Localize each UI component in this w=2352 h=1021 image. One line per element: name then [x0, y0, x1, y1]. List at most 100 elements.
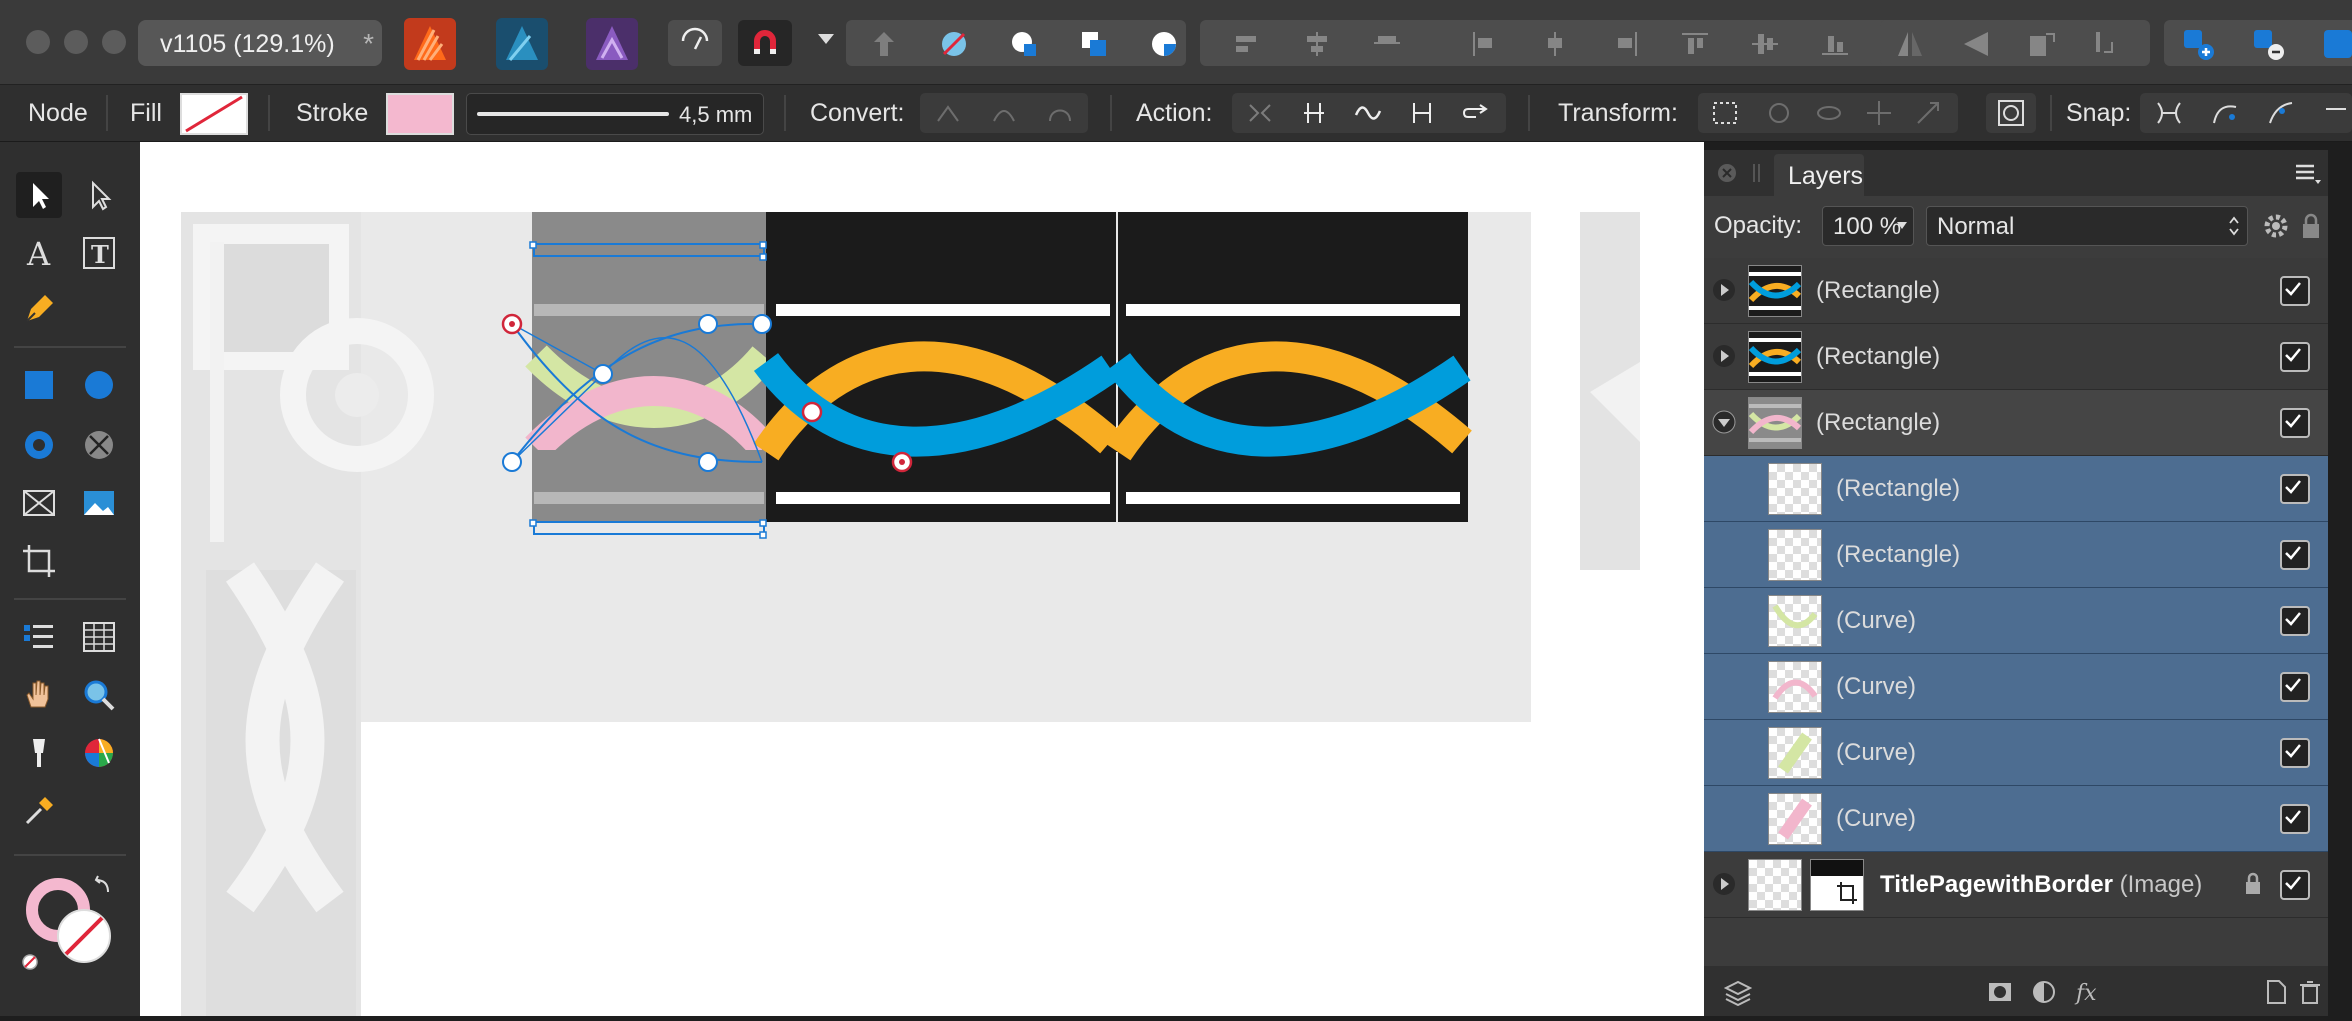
smooth-node-icon[interactable]	[990, 101, 1018, 125]
rotate-right-icon[interactable]	[2092, 28, 2124, 60]
bezier-node-selected[interactable]	[801, 401, 823, 423]
bezier-node[interactable]	[593, 364, 613, 384]
selected-top-bar[interactable]	[534, 304, 764, 316]
fill-stroke-selector[interactable]	[20, 872, 120, 972]
rotate-left-icon[interactable]	[2026, 28, 2058, 60]
distribute-center-icon[interactable]	[1540, 30, 1570, 58]
document-canvas[interactable]	[140, 142, 1704, 1021]
table-tool[interactable]	[76, 614, 122, 660]
bezier-node[interactable]	[502, 452, 522, 472]
subtract-boolean-icon[interactable]	[1078, 28, 1110, 60]
view-hand-tool[interactable]	[16, 672, 62, 718]
crop-tool[interactable]	[16, 538, 62, 584]
break-curve-icon[interactable]	[1246, 101, 1274, 125]
node-tool[interactable]	[76, 172, 122, 218]
layer-visibility-checkbox[interactable]	[2280, 738, 2310, 768]
effects-fx-icon[interactable]: fx	[2074, 978, 2102, 1006]
layer-row-selected[interactable]: (Rectangle)	[1704, 522, 2328, 588]
opacity-dropdown-icon[interactable]	[1897, 222, 1907, 229]
minimize-window-button[interactable]	[64, 30, 88, 54]
move-forward-icon[interactable]	[868, 28, 900, 60]
stroke-swatch[interactable]	[386, 93, 454, 135]
layer-visibility-checkbox[interactable]	[2280, 408, 2310, 438]
gear-icon[interactable]	[2262, 212, 2290, 240]
designer-persona-icon[interactable]	[404, 18, 456, 70]
stroke-width-track[interactable]	[477, 112, 669, 116]
frame-text-tool[interactable]: T	[76, 230, 122, 276]
flip-vertical-icon[interactable]	[1960, 28, 1992, 60]
donut-tool[interactable]	[16, 422, 62, 468]
flower-shape-icon[interactable]	[938, 28, 970, 60]
align-center-icon[interactable]	[1302, 30, 1332, 58]
view-quality-button[interactable]	[668, 20, 722, 66]
bezier-node[interactable]	[698, 452, 718, 472]
zoom-window-button[interactable]	[102, 30, 126, 54]
drag-handle-icon[interactable]	[1752, 162, 1762, 184]
add-boolean-icon[interactable]	[1008, 28, 1040, 60]
smooth-curve-icon[interactable]	[1354, 101, 1382, 125]
distribute-right-icon[interactable]	[1610, 30, 1640, 58]
shapes-flyout-tool[interactable]	[76, 422, 122, 468]
release-from-group-icon[interactable]	[2250, 26, 2286, 62]
opacity-field[interactable]: 100 %	[1822, 206, 1914, 246]
align-left-icon[interactable]	[1232, 30, 1262, 58]
eyedropper-tool[interactable]	[16, 788, 62, 834]
layer-visibility-checkbox[interactable]	[2280, 540, 2310, 570]
view-mode-icon[interactable]	[1814, 99, 1844, 127]
trash-icon[interactable]	[2296, 978, 2324, 1006]
reverse-curve-icon[interactable]	[1462, 101, 1490, 125]
document-modified-indicator[interactable]: *	[363, 28, 374, 60]
expand-triangle-icon[interactable]	[1712, 278, 1736, 302]
close-window-button[interactable]	[26, 30, 50, 54]
add-layer-icon[interactable]	[2262, 978, 2290, 1006]
picture-frame-tool[interactable]	[16, 480, 62, 526]
move-mode-icon[interactable]	[1864, 99, 1894, 127]
snap-to-curves-icon[interactable]	[2154, 99, 2184, 127]
expand-triangle-icon[interactable]	[1712, 872, 1736, 896]
align-right-icon[interactable]	[1372, 30, 1402, 58]
fill-tool[interactable]	[16, 730, 62, 776]
insert-inside-icon[interactable]	[2180, 26, 2216, 62]
panel-menu-icon[interactable]	[2292, 160, 2322, 186]
align-bottom-icon[interactable]	[1820, 30, 1850, 58]
intersect-boolean-icon[interactable]	[1148, 28, 1180, 60]
layer-row-selected[interactable]: (Curve)	[1704, 654, 2328, 720]
layer-visibility-checkbox[interactable]	[2280, 606, 2310, 636]
expand-triangle-icon[interactable]	[1712, 344, 1736, 368]
artistic-text-tool[interactable]: A	[16, 230, 62, 276]
layer-row[interactable]: (Rectangle)	[1704, 258, 2328, 324]
adjustment-icon[interactable]	[2030, 978, 2058, 1006]
color-picker-wheel-tool[interactable]	[76, 730, 122, 776]
smart-node-icon[interactable]	[1046, 101, 1074, 125]
stroke-width-slider[interactable]: 4,5 mm	[466, 93, 764, 135]
layer-visibility-checkbox[interactable]	[2280, 870, 2310, 900]
snapping-options-chevron-icon[interactable]	[818, 34, 834, 44]
layer-visibility-checkbox[interactable]	[2280, 342, 2310, 372]
layer-row[interactable]: (Rectangle)	[1704, 324, 2328, 390]
layer-row-selected[interactable]: (Rectangle)	[1704, 456, 2328, 522]
transform-origin-button[interactable]	[1986, 93, 2036, 133]
sharp-node-icon[interactable]	[934, 101, 962, 125]
place-image-tool[interactable]	[76, 480, 122, 526]
document-tab[interactable]: v1105 (129.1%) *	[138, 20, 382, 66]
snap-more-icon[interactable]	[2322, 99, 2352, 127]
align-top-icon[interactable]	[1680, 30, 1710, 58]
swap-colors-icon[interactable]	[94, 875, 109, 893]
layer-row-selected[interactable]: (Curve)	[1704, 720, 2328, 786]
layer-row[interactable]: TitlePagewithBorder (Image)	[1704, 852, 2328, 918]
layer-visibility-checkbox[interactable]	[2280, 804, 2310, 834]
zoom-tool[interactable]	[76, 672, 122, 718]
scale-mode-icon[interactable]	[1914, 99, 1944, 127]
export-persona-icon[interactable]	[586, 18, 638, 70]
pen-tool[interactable]	[16, 286, 62, 332]
layer-visibility-checkbox[interactable]	[2280, 276, 2310, 306]
lock-icon[interactable]	[2244, 872, 2262, 896]
layer-row-selected[interactable]: (Curve)	[1704, 786, 2328, 852]
artwork[interactable]	[140, 142, 1704, 1021]
layer-visibility-checkbox[interactable]	[2280, 672, 2310, 702]
align-middle-icon[interactable]	[1750, 30, 1780, 58]
snap-to-nodes-icon[interactable]	[2266, 99, 2296, 127]
bezier-node[interactable]	[698, 314, 718, 334]
close-curve-icon[interactable]	[1300, 101, 1328, 125]
flip-horizontal-icon[interactable]	[1894, 28, 1926, 60]
